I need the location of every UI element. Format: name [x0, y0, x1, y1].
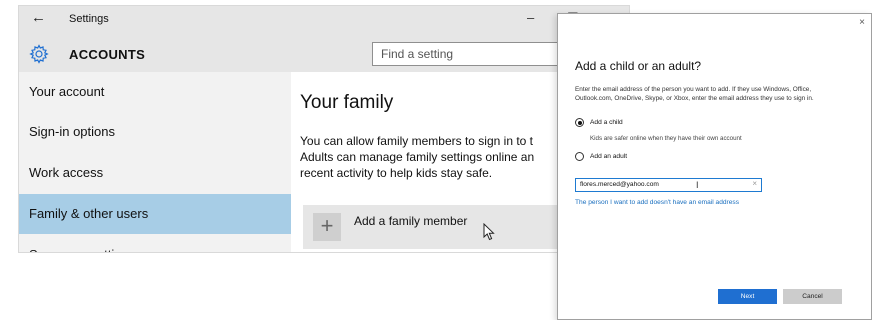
dialog-description-line: Enter the email address of the person yo…: [575, 86, 812, 93]
sidebar-item-your-account[interactable]: Your account: [19, 72, 291, 112]
add-person-dialog: × Add a child or an adult? Enter the ema…: [557, 13, 872, 320]
add-child-label: Add a child: [590, 119, 623, 126]
next-button[interactable]: Next: [718, 289, 777, 304]
back-button[interactable]: ←: [31, 9, 46, 26]
radio-selected-icon: [575, 118, 584, 127]
sidebar-item-sign-in-options[interactable]: Sign-in options: [19, 112, 291, 152]
description-line: You can allow family members to sign in …: [300, 134, 533, 148]
dialog-close-button[interactable]: ×: [859, 17, 865, 28]
sidebar-item-sync-settings[interactable]: Sync your settings: [19, 235, 291, 252]
clear-icon[interactable]: ×: [752, 179, 757, 188]
sidebar-item-family-other-users[interactable]: Family & other users: [19, 194, 291, 234]
search-input[interactable]: Find a setting: [372, 42, 572, 66]
sidebar-item-work-access[interactable]: Work access: [19, 153, 291, 193]
mouse-pointer-icon: [483, 223, 495, 241]
plus-icon: +: [313, 213, 341, 241]
gear-icon: [29, 44, 49, 64]
add-family-member-label: Add a family member: [354, 214, 468, 228]
family-description: You can allow family members to sign in …: [300, 133, 558, 181]
email-field[interactable]: flores.merced@yahoo.com I ×: [575, 178, 762, 192]
no-email-link[interactable]: The person I want to add doesn't have an…: [575, 199, 739, 206]
settings-window: ← Settings – ☐ ✕ ACCOUNTS Find a setting…: [18, 5, 630, 253]
cancel-button[interactable]: Cancel: [783, 289, 842, 304]
dialog-title: Add a child or an adult?: [575, 59, 702, 73]
minimize-button[interactable]: –: [527, 10, 534, 25]
page-header: ACCOUNTS Find a setting: [19, 34, 629, 72]
page-title: Your family: [300, 92, 394, 113]
add-family-member-button[interactable]: + Add a family member: [303, 205, 583, 249]
email-value: flores.merced@yahoo.com: [580, 181, 659, 188]
app-title: Settings: [69, 13, 109, 25]
sidebar: Your account Sign-in options Work access…: [19, 72, 291, 252]
dialog-description-line: Outlook.com, OneDrive, Skype, or Xbox, e…: [575, 94, 814, 102]
title-bar: ← Settings – ☐ ✕: [19, 6, 629, 34]
description-line: recent activity to help kids stay safe.: [300, 166, 493, 180]
dialog-description: Enter the email address of the person yo…: [575, 86, 845, 103]
radio-unselected-icon: [575, 152, 584, 161]
add-adult-label: Add an adult: [590, 153, 628, 160]
child-note: Kids are safer online when they have the…: [590, 135, 742, 142]
section-title: ACCOUNTS: [69, 47, 146, 62]
description-line: Adults can manage family settings online…: [300, 150, 535, 164]
text-cursor-icon: I: [696, 180, 699, 190]
